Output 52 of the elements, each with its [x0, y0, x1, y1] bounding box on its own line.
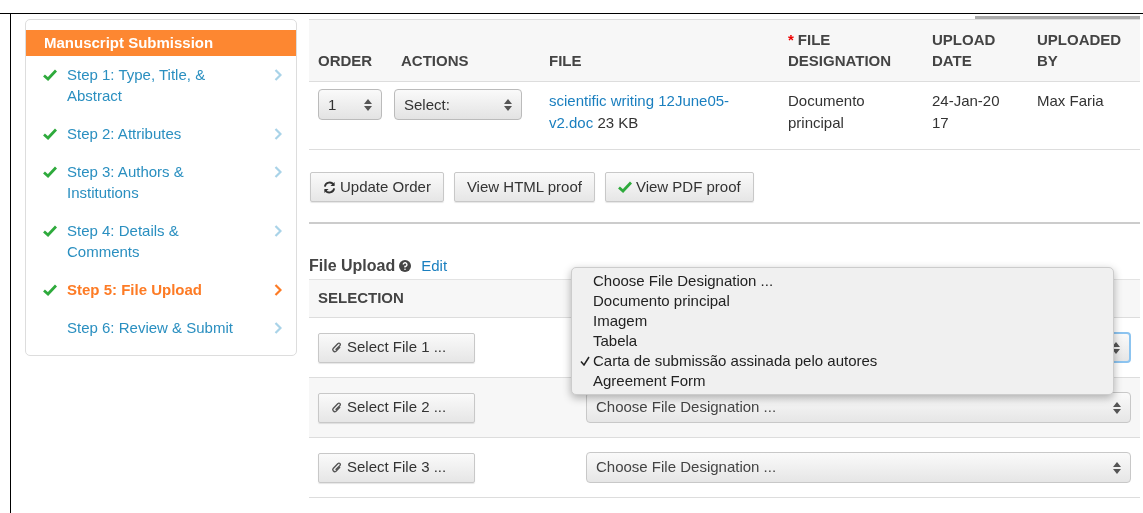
help-icon[interactable]	[399, 260, 412, 272]
updown-arrows-icon	[1113, 401, 1121, 414]
edit-link[interactable]: Edit	[421, 254, 448, 278]
updown-arrows-icon	[1113, 461, 1121, 474]
dropdown-option[interactable]: Tabela	[572, 331, 1113, 351]
paperclip-icon	[331, 461, 343, 474]
chevron-right-icon	[274, 322, 282, 334]
toolbar-button[interactable]: Update Order	[310, 172, 444, 202]
select-file-button[interactable]: Select File 1 ...	[318, 332, 475, 363]
step-link[interactable]: Step 4: Details & Comments	[61, 220, 257, 262]
paperclip-icon	[331, 401, 343, 414]
actions-select[interactable]: Select:	[394, 89, 522, 120]
dropdown-option[interactable]: Agreement Form	[572, 371, 1113, 391]
updown-arrows-icon	[504, 98, 512, 111]
file-info[interactable]: scientific writing 12June05-v2.doc 23 KB	[549, 90, 749, 134]
step-link[interactable]: Step 3: Authors & Institutions	[61, 161, 257, 203]
updown-arrows-icon	[1112, 341, 1120, 354]
section-title: File Upload	[309, 256, 396, 276]
chevron-right-icon	[274, 166, 282, 178]
column-header: FILE	[548, 51, 583, 71]
dropdown-option[interactable]: Carta de submissão assinada pelo autores	[572, 351, 1113, 371]
required-marker: *	[788, 31, 794, 48]
column-header: * FILE DESIGNATION	[787, 30, 893, 71]
column-header: ACTIONS	[400, 51, 470, 71]
column-header: SELECTION	[318, 288, 404, 309]
column-header: UPLOAD DATE	[931, 30, 997, 71]
toolbar-button[interactable]: View PDF proof	[604, 172, 754, 202]
chevron-right-icon	[274, 284, 282, 296]
sidebar-title: Manuscript Submission	[26, 30, 296, 56]
toolbar-button[interactable]: View HTML proof	[453, 172, 595, 202]
dropdown-option[interactable]: Documento principal	[572, 291, 1113, 311]
designation-select[interactable]: Choose File Designation ...	[586, 452, 1131, 483]
chevron-right-icon	[274, 225, 282, 237]
dropdown-option[interactable]: Imagem	[572, 311, 1113, 331]
dropdown-option[interactable]: Choose File Designation ...	[572, 271, 1113, 291]
column-header: UPLOADED BY	[1036, 30, 1123, 71]
check-icon	[617, 181, 632, 193]
chevron-right-icon	[274, 69, 282, 81]
step-link[interactable]: Step 2: Attributes	[61, 123, 257, 144]
table-cell-text: Documento principal	[787, 91, 866, 133]
order-select[interactable]: 1	[318, 89, 382, 120]
refresh-icon	[323, 180, 336, 194]
select-file-button[interactable]: Select File 3 ...	[318, 452, 475, 483]
step-link[interactable]: Step 6: Review & Submit	[61, 317, 257, 338]
table-cell-text: Max Faria	[1036, 91, 1105, 111]
table-cell-text: 24-Jan-2017	[931, 91, 1001, 133]
select-file-button[interactable]: Select File 2 ...	[318, 392, 475, 423]
paperclip-icon	[331, 341, 343, 354]
step-link[interactable]: Step 1: Type, Title, & Abstract	[61, 64, 257, 106]
chevron-right-icon	[274, 128, 282, 140]
column-header: ORDER	[317, 51, 374, 71]
updown-arrows-icon	[364, 98, 372, 111]
